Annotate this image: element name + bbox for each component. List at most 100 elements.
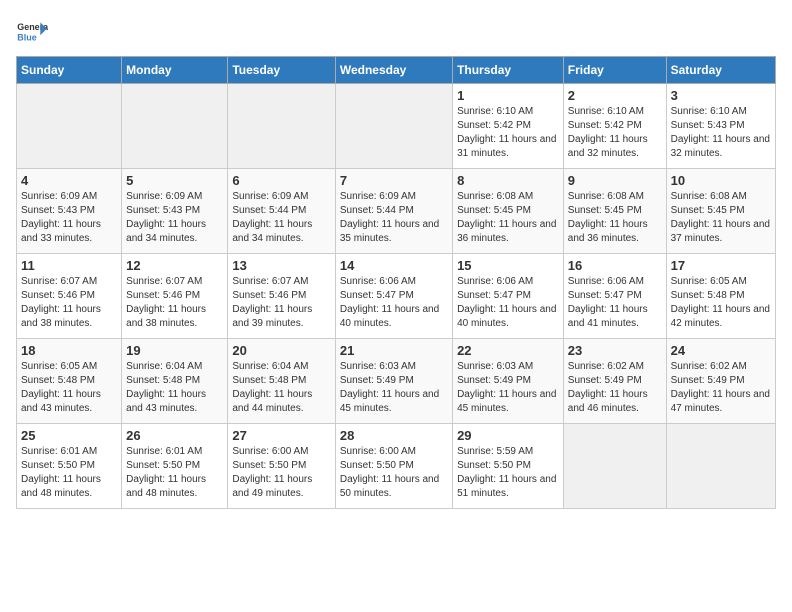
day-number: 20	[232, 343, 330, 358]
day-number: 14	[340, 258, 448, 273]
day-info: Sunrise: 6:04 AM Sunset: 5:48 PM Dayligh…	[126, 360, 223, 416]
day-info: Sunrise: 6:03 AM Sunset: 5:49 PM Dayligh…	[340, 360, 448, 416]
day-info: Sunrise: 6:08 AM Sunset: 5:45 PM Dayligh…	[671, 190, 771, 246]
day-info: Sunrise: 6:10 AM Sunset: 5:42 PM Dayligh…	[568, 105, 662, 161]
day-number: 6	[232, 173, 330, 188]
day-number: 16	[568, 258, 662, 273]
day-info: Sunrise: 5:59 AM Sunset: 5:50 PM Dayligh…	[457, 445, 559, 501]
day-info: Sunrise: 6:09 AM Sunset: 5:44 PM Dayligh…	[232, 190, 330, 246]
calendar-cell	[563, 424, 666, 509]
day-number: 21	[340, 343, 448, 358]
calendar-cell: 14 Sunrise: 6:06 AM Sunset: 5:47 PM Dayli…	[335, 254, 452, 339]
day-number: 4	[21, 173, 117, 188]
day-number: 15	[457, 258, 559, 273]
day-info: Sunrise: 6:07 AM Sunset: 5:46 PM Dayligh…	[21, 275, 117, 331]
day-info: Sunrise: 6:09 AM Sunset: 5:43 PM Dayligh…	[21, 190, 117, 246]
column-header-friday: Friday	[563, 57, 666, 84]
day-number: 12	[126, 258, 223, 273]
calendar-cell: 4 Sunrise: 6:09 AM Sunset: 5:43 PM Daylig…	[17, 169, 122, 254]
day-number: 8	[457, 173, 559, 188]
day-number: 11	[21, 258, 117, 273]
day-info: Sunrise: 6:00 AM Sunset: 5:50 PM Dayligh…	[232, 445, 330, 501]
day-info: Sunrise: 6:06 AM Sunset: 5:47 PM Dayligh…	[340, 275, 448, 331]
calendar-cell: 8Sunrise: 6:08 AM Sunset: 5:45 PM Daylig…	[453, 169, 564, 254]
calendar-cell: 26Sunrise: 6:01 AM Sunset: 5:50 PM Dayli…	[122, 424, 228, 509]
day-number: 1	[457, 88, 559, 103]
day-number: 28	[340, 428, 448, 443]
day-number: 19	[126, 343, 223, 358]
calendar-cell: 15Sunrise: 6:06 AM Sunset: 5:47 PM Dayli…	[453, 254, 564, 339]
day-info: Sunrise: 6:09 AM Sunset: 5:44 PM Dayligh…	[340, 190, 448, 246]
calendar-cell: 28 Sunrise: 6:00 AM Sunset: 5:50 PM Dayli…	[335, 424, 452, 509]
calendar-cell: 2 Sunrise: 6:10 AM Sunset: 5:42 PM Daylig…	[563, 84, 666, 169]
calendar-cell: 5 Sunrise: 6:09 AM Sunset: 5:43 PM Daylig…	[122, 169, 228, 254]
day-number: 2	[568, 88, 662, 103]
calendar-cell: 10 Sunrise: 6:08 AM Sunset: 5:45 PM Dayli…	[666, 169, 775, 254]
calendar-cell: 21 Sunrise: 6:03 AM Sunset: 5:49 PM Dayli…	[335, 339, 452, 424]
calendar-cell	[335, 84, 452, 169]
day-info: Sunrise: 6:05 AM Sunset: 5:48 PM Dayligh…	[671, 275, 771, 331]
day-info: Sunrise: 6:07 AM Sunset: 5:46 PM Dayligh…	[232, 275, 330, 331]
week-row-1: 1 Sunrise: 6:10 AM Sunset: 5:42 PM Daylig…	[17, 84, 776, 169]
calendar-cell: 17 Sunrise: 6:05 AM Sunset: 5:48 PM Dayli…	[666, 254, 775, 339]
calendar-cell: 9Sunrise: 6:08 AM Sunset: 5:45 PM Daylig…	[563, 169, 666, 254]
calendar-cell: 22 Sunrise: 6:03 AM Sunset: 5:49 PM Dayli…	[453, 339, 564, 424]
week-row-4: 18 Sunrise: 6:05 AM Sunset: 5:48 PM Dayli…	[17, 339, 776, 424]
day-info: Sunrise: 6:02 AM Sunset: 5:49 PM Dayligh…	[671, 360, 771, 416]
column-header-thursday: Thursday	[453, 57, 564, 84]
calendar-cell	[228, 84, 335, 169]
day-number: 3	[671, 88, 771, 103]
calendar-cell: 3 Sunrise: 6:10 AM Sunset: 5:43 PM Daylig…	[666, 84, 775, 169]
calendar-cell: 27 Sunrise: 6:00 AM Sunset: 5:50 PM Dayli…	[228, 424, 335, 509]
calendar-cell	[17, 84, 122, 169]
calendar-cell: 13 Sunrise: 6:07 AM Sunset: 5:46 PM Dayli…	[228, 254, 335, 339]
day-info: Sunrise: 6:00 AM Sunset: 5:50 PM Dayligh…	[340, 445, 448, 501]
day-number: 18	[21, 343, 117, 358]
day-number: 13	[232, 258, 330, 273]
day-number: 17	[671, 258, 771, 273]
day-number: 24	[671, 343, 771, 358]
day-number: 9	[568, 173, 662, 188]
header-row: SundayMondayTuesdayWednesdayThursdayFrid…	[17, 57, 776, 84]
week-row-3: 11 Sunrise: 6:07 AM Sunset: 5:46 PM Dayli…	[17, 254, 776, 339]
calendar-cell: 12Sunrise: 6:07 AM Sunset: 5:46 PM Dayli…	[122, 254, 228, 339]
day-info: Sunrise: 6:05 AM Sunset: 5:48 PM Dayligh…	[21, 360, 117, 416]
calendar-cell: 29 Sunrise: 5:59 AM Sunset: 5:50 PM Dayli…	[453, 424, 564, 509]
week-row-5: 25Sunrise: 6:01 AM Sunset: 5:50 PM Dayli…	[17, 424, 776, 509]
day-number: 27	[232, 428, 330, 443]
column-header-sunday: Sunday	[17, 57, 122, 84]
day-info: Sunrise: 6:10 AM Sunset: 5:43 PM Dayligh…	[671, 105, 771, 161]
day-number: 10	[671, 173, 771, 188]
day-number: 25	[21, 428, 117, 443]
calendar-cell: 6 Sunrise: 6:09 AM Sunset: 5:44 PM Daylig…	[228, 169, 335, 254]
calendar-cell: 16Sunrise: 6:06 AM Sunset: 5:47 PM Dayli…	[563, 254, 666, 339]
day-info: Sunrise: 6:09 AM Sunset: 5:43 PM Dayligh…	[126, 190, 223, 246]
day-info: Sunrise: 6:10 AM Sunset: 5:42 PM Dayligh…	[457, 105, 559, 161]
column-header-monday: Monday	[122, 57, 228, 84]
column-header-wednesday: Wednesday	[335, 57, 452, 84]
calendar-cell: 18 Sunrise: 6:05 AM Sunset: 5:48 PM Dayli…	[17, 339, 122, 424]
calendar-cell: 11 Sunrise: 6:07 AM Sunset: 5:46 PM Dayli…	[17, 254, 122, 339]
calendar-cell: 7Sunrise: 6:09 AM Sunset: 5:44 PM Daylig…	[335, 169, 452, 254]
day-number: 22	[457, 343, 559, 358]
day-number: 23	[568, 343, 662, 358]
day-number: 5	[126, 173, 223, 188]
svg-text:Blue: Blue	[17, 32, 36, 42]
calendar-cell: 23 Sunrise: 6:02 AM Sunset: 5:49 PM Dayli…	[563, 339, 666, 424]
header: General Blue	[16, 16, 776, 48]
calendar-cell	[122, 84, 228, 169]
day-number: 29	[457, 428, 559, 443]
logo: General Blue	[16, 16, 48, 48]
column-header-saturday: Saturday	[666, 57, 775, 84]
week-row-2: 4 Sunrise: 6:09 AM Sunset: 5:43 PM Daylig…	[17, 169, 776, 254]
calendar-table: SundayMondayTuesdayWednesdayThursdayFrid…	[16, 56, 776, 509]
calendar-cell	[666, 424, 775, 509]
day-info: Sunrise: 6:03 AM Sunset: 5:49 PM Dayligh…	[457, 360, 559, 416]
day-info: Sunrise: 6:02 AM Sunset: 5:49 PM Dayligh…	[568, 360, 662, 416]
calendar-cell: 20 Sunrise: 6:04 AM Sunset: 5:48 PM Dayli…	[228, 339, 335, 424]
day-info: Sunrise: 6:04 AM Sunset: 5:48 PM Dayligh…	[232, 360, 330, 416]
day-number: 26	[126, 428, 223, 443]
column-header-tuesday: Tuesday	[228, 57, 335, 84]
calendar-cell: 19 Sunrise: 6:04 AM Sunset: 5:48 PM Dayli…	[122, 339, 228, 424]
calendar-cell: 1 Sunrise: 6:10 AM Sunset: 5:42 PM Daylig…	[453, 84, 564, 169]
